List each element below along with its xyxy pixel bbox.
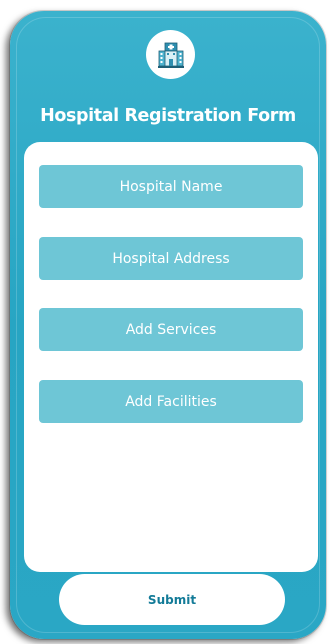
page-title: Hospital Registration Form	[40, 106, 296, 126]
phone-frame: Hospital Registration Form Hospital Name…	[10, 11, 326, 639]
submit-button[interactable]: Submit	[59, 574, 285, 625]
hospital-icon	[157, 42, 184, 68]
add-facilities-input[interactable]: Add Facilities	[39, 380, 303, 423]
hospital-name-input[interactable]: Hospital Name	[39, 165, 303, 208]
add-services-input[interactable]: Add Services	[39, 308, 303, 351]
app-logo	[146, 30, 195, 79]
form-card: Hospital Name Hospital Address Add Servi…	[24, 142, 318, 572]
hospital-address-input[interactable]: Hospital Address	[39, 237, 303, 280]
